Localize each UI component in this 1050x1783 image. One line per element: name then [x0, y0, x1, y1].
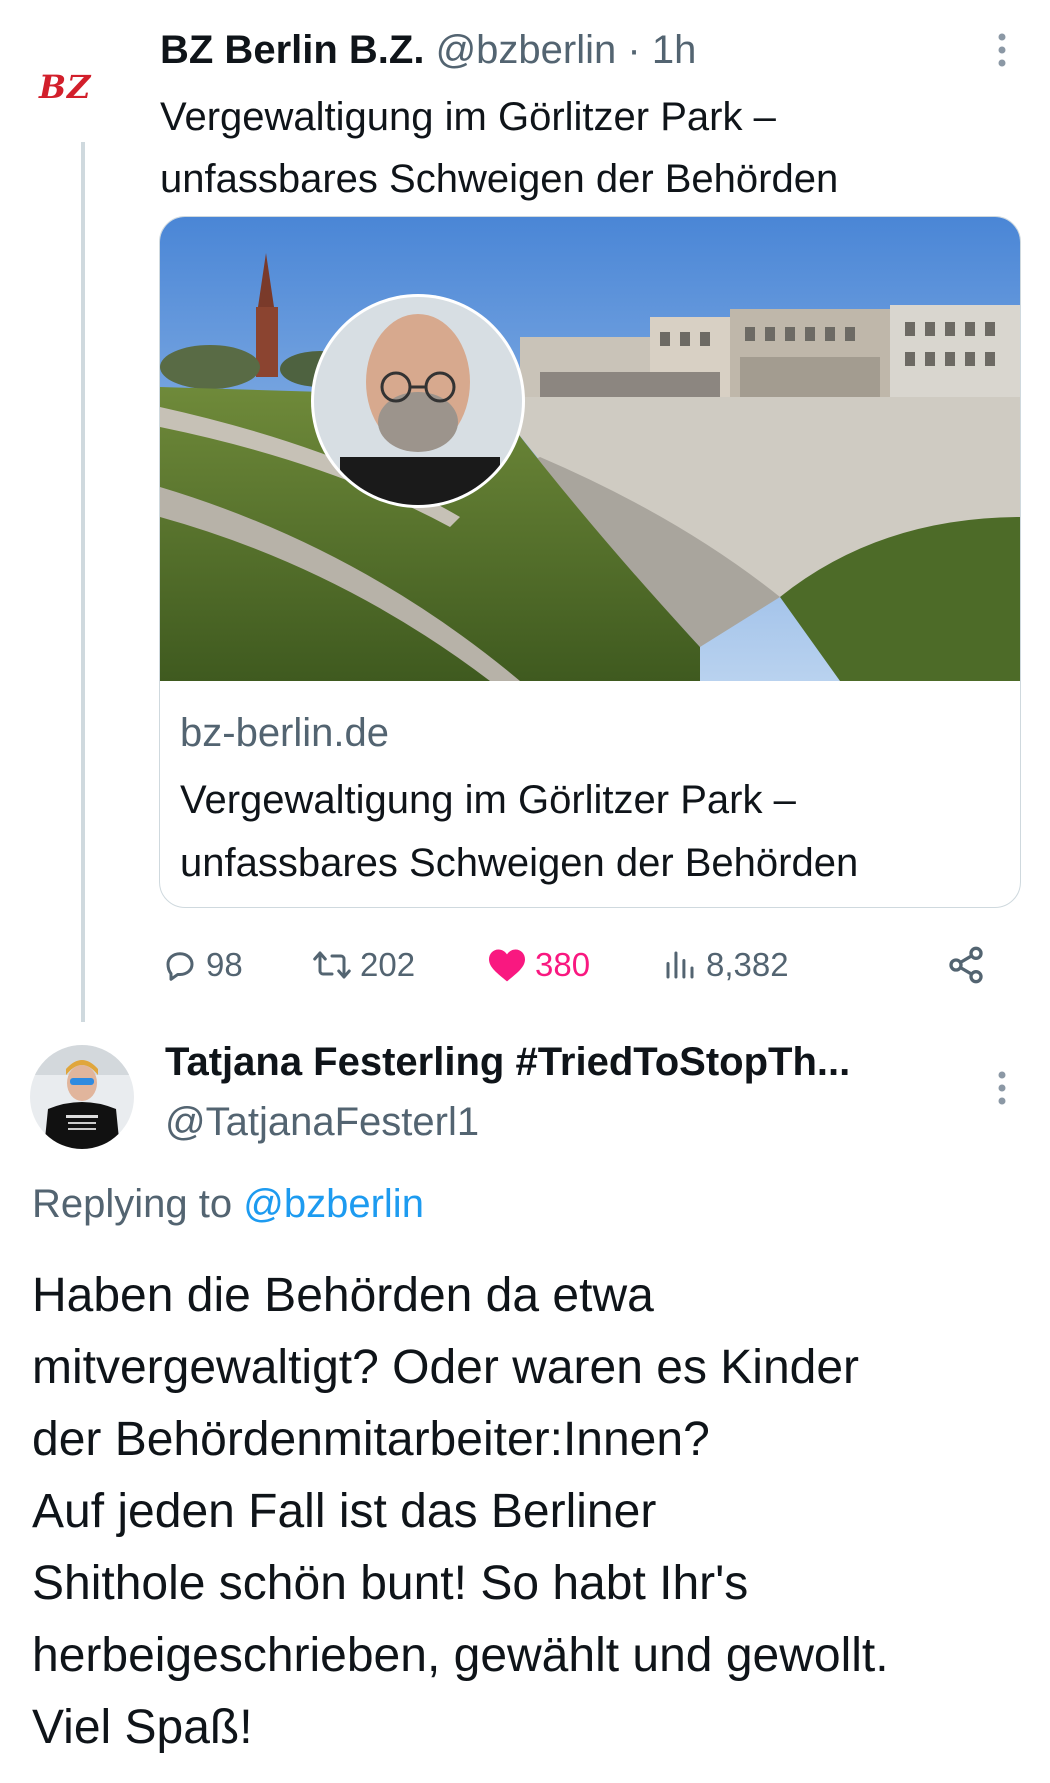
tweet-actions: 98 202 380 8,382: [162, 940, 992, 990]
like-count: 380: [535, 946, 591, 983]
thread-connector-line: [81, 142, 85, 1022]
tweet-text: Vergewaltigung im Görlitzer Park – unfas…: [160, 95, 839, 201]
avatar[interactable]: [30, 1045, 134, 1149]
tweet-text: Haben die Behörden da etwa mitvergewalti…: [32, 1260, 1032, 1764]
bz-logo-text: BZ: [38, 68, 92, 106]
timestamp[interactable]: 1h: [652, 28, 697, 72]
reply-icon: [162, 947, 198, 983]
views-button[interactable]: 8,382: [662, 940, 789, 990]
card-title[interactable]: Vergewaltigung im Görlitzer Park – unfas…: [180, 769, 1000, 895]
share-icon: [946, 945, 986, 985]
retweet-count: 202: [360, 946, 416, 983]
reply-button[interactable]: 98: [162, 940, 243, 990]
handle[interactable]: @TatjanaFesterl1: [165, 1100, 479, 1145]
views-count: 8,382: [706, 946, 789, 983]
tweet-text-line: herbeigeschrieben, gewählt und gewollt.: [32, 1629, 889, 1682]
tweet-text-line: der Behördenmitarbeiter:Innen?: [32, 1413, 710, 1466]
tweet-header: BZ Berlin B.Z. @bzberlin · 1h: [160, 26, 696, 74]
share-button[interactable]: [946, 940, 986, 990]
views-icon: [662, 947, 698, 983]
handle[interactable]: @bzberlin: [436, 28, 617, 72]
replying-to-link[interactable]: @bzberlin: [243, 1182, 424, 1226]
more-icon[interactable]: [992, 1070, 1012, 1106]
display-name[interactable]: BZ Berlin B.Z.: [160, 28, 424, 72]
replying-to: Replying to @bzberlin: [32, 1182, 424, 1227]
link-card[interactable]: bz-berlin.de Vergewaltigung im Görlitzer…: [159, 216, 1021, 908]
tweet-text-line: mitvergewaltigt? Oder waren es Kinder: [32, 1341, 860, 1394]
like-button[interactable]: 380: [487, 940, 590, 990]
tweet-text-line: Viel Spaß!: [32, 1701, 253, 1754]
tweet-text-line: Shithole schön bunt! So habt Ihr's: [32, 1557, 749, 1610]
tweet-text-line: Haben die Behörden da etwa: [32, 1269, 654, 1322]
replying-to-prefix: Replying to: [32, 1182, 233, 1226]
separator: ·: [627, 28, 641, 72]
more-icon[interactable]: [992, 32, 1012, 68]
display-name[interactable]: Tatjana Festerling #TriedToStopTh...: [165, 1040, 850, 1085]
heart-icon: [487, 947, 527, 983]
card-domain[interactable]: bz-berlin.de: [180, 711, 389, 756]
retweet-icon: [312, 947, 352, 983]
retweet-button[interactable]: 202: [312, 940, 415, 990]
tweet-text-line: Auf jeden Fall ist das Berliner: [32, 1485, 657, 1538]
bz-logo-avatar[interactable]: BZ: [37, 66, 127, 106]
card-image: [160, 217, 1020, 681]
reply-count: 98: [206, 946, 243, 983]
